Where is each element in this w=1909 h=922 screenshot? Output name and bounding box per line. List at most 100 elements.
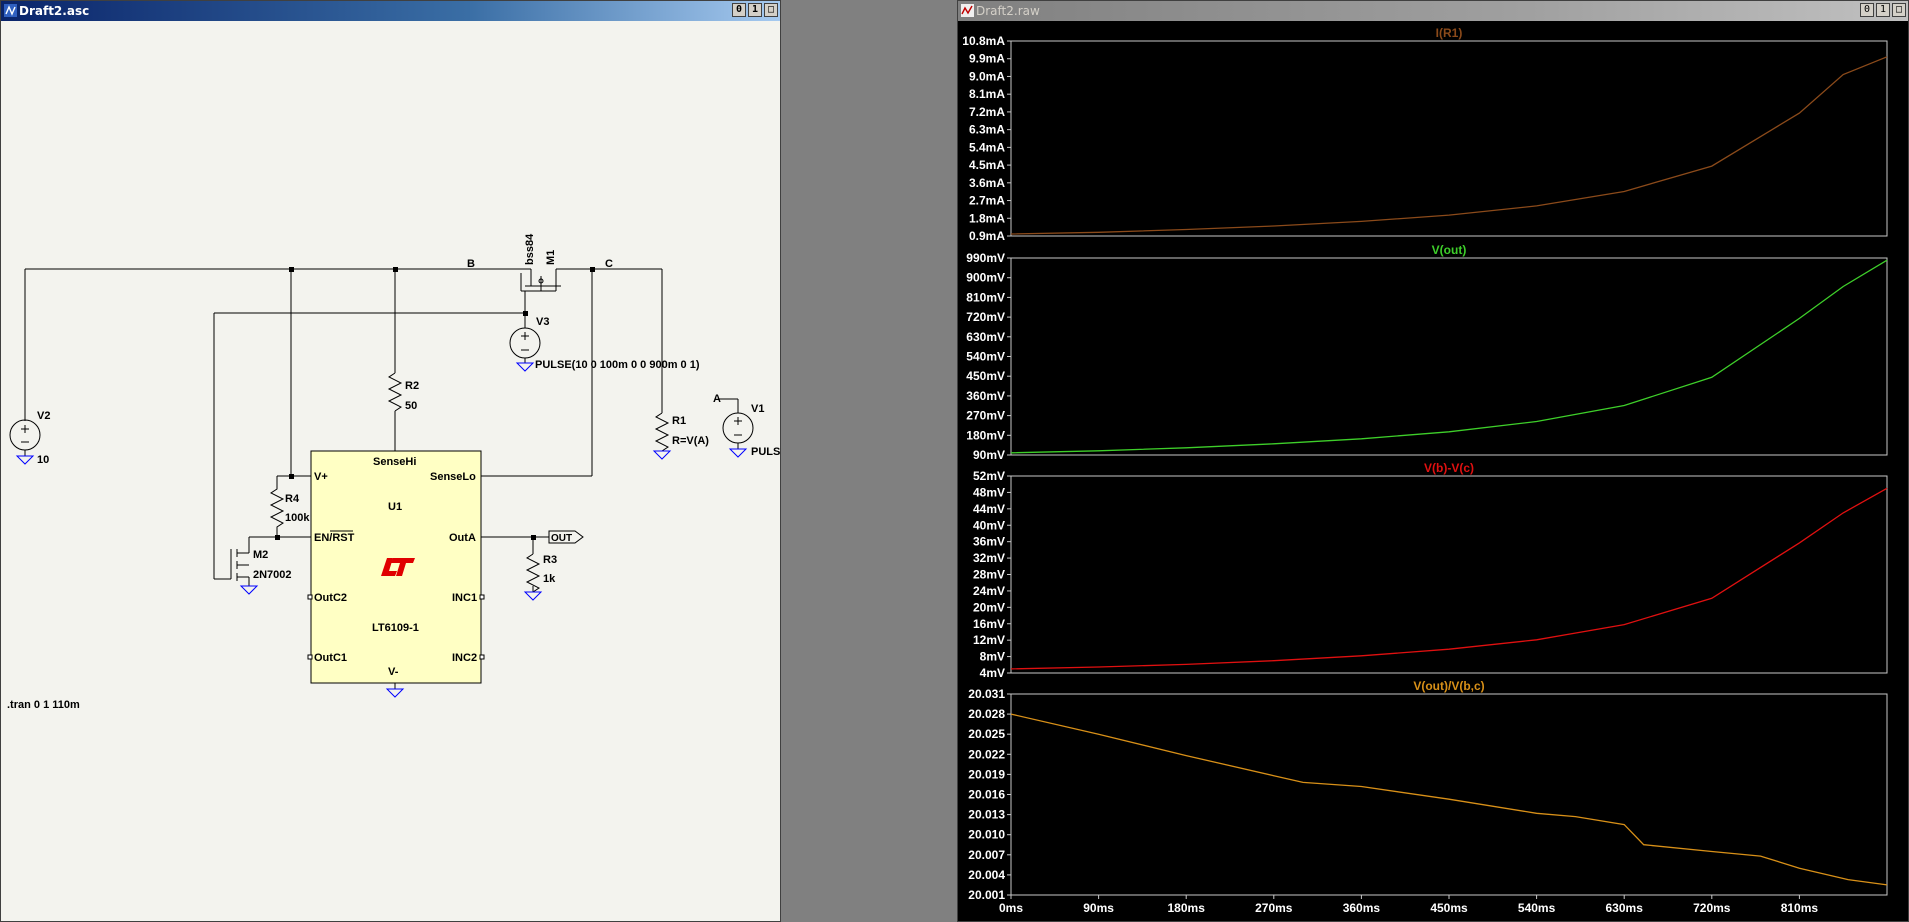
y-tick-label: 8mV xyxy=(980,650,1005,664)
r2-name-label: R2 xyxy=(405,380,419,392)
restore-button[interactable]: 1 xyxy=(1876,3,1890,17)
y-tick-label: 20mV xyxy=(973,600,1005,614)
pane-frame xyxy=(1010,693,1888,896)
y-tick-label: 900mV xyxy=(966,271,1005,285)
y-tick-label: 36mV xyxy=(973,535,1005,549)
y-tick-label: 20.010 xyxy=(968,828,1005,842)
y-tick-label: 20.013 xyxy=(968,808,1005,822)
y-tick-label: 7.2mA xyxy=(969,105,1005,119)
x-tick-label: 0ms xyxy=(999,901,1023,915)
pane-2[interactable]: V(b)-V(c) 52mV 48mV 44mV 40mV 36mV 32mV 28mV 24m… xyxy=(973,461,1888,680)
restore-button[interactable]: 1 xyxy=(748,3,762,17)
pane-title: I(R1) xyxy=(1436,26,1463,40)
y-tick-label: 810mV xyxy=(966,290,1005,304)
waveform-window[interactable]: Draft2.raw 0 1 □ I(R1) 10.8mA 9.9mA 9.0mA 8.… xyxy=(957,0,1909,922)
schematic-title: Draft2.asc xyxy=(19,4,90,18)
v1-value-label: PULSE(10k 1k 100m 900m 0 0 0 1) xyxy=(751,446,780,458)
trace-2 xyxy=(1010,487,1888,670)
schematic-drawing: B C A bss84 M1 V3 PULSE(10 0 100m 0 0 90… xyxy=(7,233,780,711)
y-tick-label: 990mV xyxy=(966,251,1005,265)
pane-frame xyxy=(1010,40,1888,237)
y-tick-label: 3.6mA xyxy=(969,176,1005,190)
y-tick-label: 540mV xyxy=(966,350,1005,364)
pin-inc1: INC1 xyxy=(452,592,477,604)
pin-enrst: EN/RST xyxy=(314,532,355,544)
waveform-plots: I(R1) 10.8mA 9.9mA 9.0mA 8.1mA 7.2mA 6.3mA 5.4m… xyxy=(962,26,1888,915)
y-tick-label: 48mV xyxy=(973,485,1005,499)
minimize-button[interactable]: 0 xyxy=(732,3,746,17)
maximize-button[interactable]: □ xyxy=(1892,3,1906,17)
y-tick-label: 44mV xyxy=(973,502,1005,516)
trace-1 xyxy=(1010,259,1888,454)
y-tick-label: 720mV xyxy=(966,310,1005,324)
y-tick-label: 4mV xyxy=(980,666,1005,680)
schematic-window[interactable]: Draft2.asc 0 1 □ B C A bss84 M1 V3 PULSE… xyxy=(0,0,781,922)
y-tick-label: 9.0mA xyxy=(969,69,1005,83)
pin-senselo: SenseLo xyxy=(430,471,476,483)
pin-vplus: V+ xyxy=(314,471,328,483)
pane-frame xyxy=(1010,475,1888,674)
y-tick-label: 450mV xyxy=(966,369,1005,383)
x-tick-label: 270ms xyxy=(1255,901,1293,915)
ic-part: LT6109-1 xyxy=(372,622,419,634)
y-tick-label: 28mV xyxy=(973,568,1005,582)
y-tick-label: 20.001 xyxy=(968,888,1005,902)
out-flag-label: OUT xyxy=(551,533,572,544)
node-b-label: B xyxy=(467,258,475,270)
x-tick-label: 90ms xyxy=(1083,901,1114,915)
y-tick-label: 630mV xyxy=(966,330,1005,344)
minimize-button[interactable]: 0 xyxy=(1860,3,1874,17)
pane-0[interactable]: I(R1) 10.8mA 9.9mA 9.0mA 8.1mA 7.2mA 6.3mA 5.4m… xyxy=(962,26,1888,243)
pane-frame xyxy=(1010,257,1888,456)
y-tick-label: 20.022 xyxy=(968,747,1005,761)
x-tick-label: 810ms xyxy=(1781,901,1819,915)
maximize-button[interactable]: □ xyxy=(764,3,778,17)
pane-title: V(out)/V(b,c) xyxy=(1413,679,1484,693)
waveform-plot-area[interactable]: I(R1) 10.8mA 9.9mA 9.0mA 8.1mA 7.2mA 6.3mA 5.4m… xyxy=(958,21,1908,921)
v2-value-label: 10 xyxy=(37,454,49,466)
y-tick-label: 20.025 xyxy=(968,727,1005,741)
y-tick-label: 0.9mA xyxy=(969,229,1005,243)
m2-name-label: M2 xyxy=(253,549,268,561)
x-tick-label: 450ms xyxy=(1430,901,1468,915)
schematic-canvas[interactable]: B C A bss84 M1 V3 PULSE(10 0 100m 0 0 90… xyxy=(1,21,780,921)
y-tick-label: 6.3mA xyxy=(969,123,1005,137)
y-tick-label: 20.004 xyxy=(968,868,1005,882)
schematic-titlebar[interactable]: Draft2.asc 0 1 □ xyxy=(1,1,780,21)
pane-3[interactable]: V(out)/V(b,c) 20.031 20.028 20.025 20.022 20.… xyxy=(968,679,1888,902)
pin-vminus: V- xyxy=(388,666,399,678)
tran-directive: .tran 0 1 110m xyxy=(7,699,80,711)
y-tick-label: 16mV xyxy=(973,617,1005,631)
r1-value-label: R=V(A) xyxy=(672,435,709,447)
r3-value-label: 1k xyxy=(543,573,556,585)
r4-name-label: R4 xyxy=(285,493,300,505)
y-tick-label: 32mV xyxy=(973,551,1005,565)
node-a-label: A xyxy=(713,393,721,405)
pin-outa: OutA xyxy=(449,532,476,544)
ground-icon xyxy=(15,455,35,465)
y-tick-label: 9.9mA xyxy=(969,52,1005,66)
v2-name-label: V2 xyxy=(37,410,50,422)
y-tick-label: 4.5mA xyxy=(969,158,1005,172)
pin-sensehi: SenseHi xyxy=(373,456,416,468)
m1-model-label: bss84 xyxy=(524,233,536,265)
r1-name-label: R1 xyxy=(672,415,686,427)
v1-name-label: V1 xyxy=(751,403,764,415)
trace-3 xyxy=(1010,713,1888,886)
y-tick-label: 8.1mA xyxy=(969,87,1005,101)
v3-name-label: V3 xyxy=(536,316,549,328)
pane-1[interactable]: V(out) 990mV 900mV 810mV 720mV 630mV 540mV 450m… xyxy=(966,243,1888,462)
y-tick-label: 5.4mA xyxy=(969,140,1005,154)
x-tick-label: 720ms xyxy=(1693,901,1731,915)
v3-value-label: PULSE(10 0 100m 0 0 900m 0 1) xyxy=(535,359,700,371)
y-tick-label: 20.016 xyxy=(968,788,1005,802)
y-tick-label: 40mV xyxy=(973,518,1005,532)
x-tick-label: 360ms xyxy=(1343,901,1381,915)
waveform-title: Draft2.raw xyxy=(976,4,1040,18)
waveform-titlebar[interactable]: Draft2.raw 0 1 □ xyxy=(958,1,1908,21)
pin-outc2: OutC2 xyxy=(314,592,347,604)
r4-value-label: 100k xyxy=(285,512,310,524)
node-c-label: C xyxy=(605,258,613,270)
y-tick-label: 360mV xyxy=(966,389,1005,403)
y-tick-label: 20.028 xyxy=(968,707,1005,721)
